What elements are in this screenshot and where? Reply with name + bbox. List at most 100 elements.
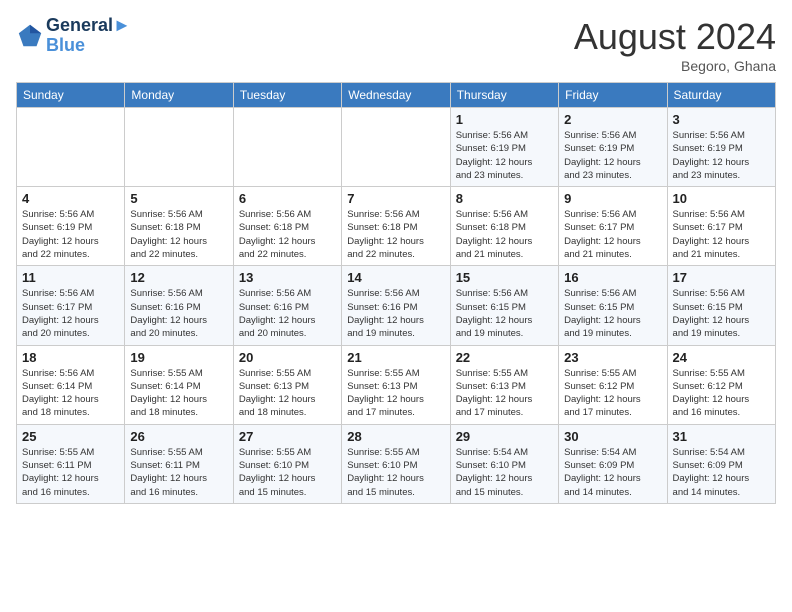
calendar-cell <box>342 108 450 187</box>
day-number: 13 <box>239 270 336 285</box>
calendar-cell: 8 Sunrise: 5:56 AM Sunset: 6:18 PM Daylig… <box>450 187 558 266</box>
day-info: Sunrise: 5:56 AM Sunset: 6:17 PM Dayligh… <box>22 287 119 340</box>
day-info: Sunrise: 5:55 AM Sunset: 6:12 PM Dayligh… <box>673 367 770 420</box>
logo-icon <box>16 22 44 50</box>
calendar-cell <box>125 108 233 187</box>
calendar-cell: 17 Sunrise: 5:56 AM Sunset: 6:15 PM Dayli… <box>667 266 775 345</box>
calendar-cell: 19 Sunrise: 5:55 AM Sunset: 6:14 PM Dayli… <box>125 345 233 424</box>
calendar-cell: 28 Sunrise: 5:55 AM Sunset: 6:10 PM Dayli… <box>342 424 450 503</box>
calendar-cell: 1Sunrise: 5:56 AM Sunset: 6:19 PM Daylig… <box>450 108 558 187</box>
day-info: Sunrise: 5:56 AM Sunset: 6:15 PM Dayligh… <box>564 287 661 340</box>
calendar-cell: 6Sunrise: 5:56 AM Sunset: 6:18 PM Daylig… <box>233 187 341 266</box>
day-info: Sunrise: 5:55 AM Sunset: 6:10 PM Dayligh… <box>347 446 444 499</box>
calendar-header-monday: Monday <box>125 83 233 108</box>
day-info: Sunrise: 5:56 AM Sunset: 6:14 PM Dayligh… <box>22 367 119 420</box>
day-number: 21 <box>347 350 444 365</box>
calendar-cell: 13 Sunrise: 5:56 AM Sunset: 6:16 PM Dayli… <box>233 266 341 345</box>
calendar-cell: 23 Sunrise: 5:55 AM Sunset: 6:12 PM Dayli… <box>559 345 667 424</box>
calendar-header-row: SundayMondayTuesdayWednesdayThursdayFrid… <box>17 83 776 108</box>
day-number: 28 <box>347 429 444 444</box>
day-info: Sunrise: 5:56 AM Sunset: 6:19 PM Dayligh… <box>673 129 770 182</box>
calendar-cell: 7Sunrise: 5:56 AM Sunset: 6:18 PM Daylig… <box>342 187 450 266</box>
calendar-cell: 5 Sunrise: 5:56 AM Sunset: 6:18 PM Daylig… <box>125 187 233 266</box>
calendar-cell: 26 Sunrise: 5:55 AM Sunset: 6:11 PM Dayli… <box>125 424 233 503</box>
day-info: Sunrise: 5:56 AM Sunset: 6:19 PM Dayligh… <box>564 129 661 182</box>
day-info: Sunrise: 5:56 AM Sunset: 6:18 PM Dayligh… <box>130 208 227 261</box>
day-number: 30 <box>564 429 661 444</box>
calendar-cell: 4Sunrise: 5:56 AM Sunset: 6:19 PM Daylig… <box>17 187 125 266</box>
calendar-table: SundayMondayTuesdayWednesdayThursdayFrid… <box>16 82 776 504</box>
day-number: 10 <box>673 191 770 206</box>
day-info: Sunrise: 5:56 AM Sunset: 6:16 PM Dayligh… <box>347 287 444 340</box>
calendar-cell: 21 Sunrise: 5:55 AM Sunset: 6:13 PM Dayli… <box>342 345 450 424</box>
calendar-cell: 9 Sunrise: 5:56 AM Sunset: 6:17 PM Daylig… <box>559 187 667 266</box>
day-number: 31 <box>673 429 770 444</box>
day-info: Sunrise: 5:55 AM Sunset: 6:11 PM Dayligh… <box>130 446 227 499</box>
day-number: 19 <box>130 350 227 365</box>
day-info: Sunrise: 5:56 AM Sunset: 6:19 PM Dayligh… <box>456 129 553 182</box>
day-number: 17 <box>673 270 770 285</box>
day-info: Sunrise: 5:54 AM Sunset: 6:09 PM Dayligh… <box>564 446 661 499</box>
day-number: 9 <box>564 191 661 206</box>
day-number: 2 <box>564 112 661 127</box>
day-number: 27 <box>239 429 336 444</box>
calendar-header-saturday: Saturday <box>667 83 775 108</box>
calendar-week-4: 25 Sunrise: 5:55 AM Sunset: 6:11 PM Dayli… <box>17 424 776 503</box>
calendar-cell: 14 Sunrise: 5:56 AM Sunset: 6:16 PM Dayli… <box>342 266 450 345</box>
day-info: Sunrise: 5:56 AM Sunset: 6:19 PM Dayligh… <box>22 208 119 261</box>
day-number: 18 <box>22 350 119 365</box>
day-info: Sunrise: 5:56 AM Sunset: 6:15 PM Dayligh… <box>673 287 770 340</box>
day-info: Sunrise: 5:56 AM Sunset: 6:18 PM Dayligh… <box>456 208 553 261</box>
day-info: Sunrise: 5:55 AM Sunset: 6:14 PM Dayligh… <box>130 367 227 420</box>
day-info: Sunrise: 5:54 AM Sunset: 6:10 PM Dayligh… <box>456 446 553 499</box>
day-number: 23 <box>564 350 661 365</box>
calendar-week-3: 18 Sunrise: 5:56 AM Sunset: 6:14 PM Dayli… <box>17 345 776 424</box>
day-number: 16 <box>564 270 661 285</box>
day-number: 6 <box>239 191 336 206</box>
calendar-header-friday: Friday <box>559 83 667 108</box>
calendar-cell: 24 Sunrise: 5:55 AM Sunset: 6:12 PM Dayli… <box>667 345 775 424</box>
calendar-cell <box>17 108 125 187</box>
day-info: Sunrise: 5:56 AM Sunset: 6:17 PM Dayligh… <box>564 208 661 261</box>
day-number: 25 <box>22 429 119 444</box>
page-header: General► Blue August 2024 Begoro, Ghana <box>16 16 776 74</box>
calendar-header-tuesday: Tuesday <box>233 83 341 108</box>
day-number: 3 <box>673 112 770 127</box>
day-info: Sunrise: 5:56 AM Sunset: 6:16 PM Dayligh… <box>239 287 336 340</box>
day-number: 5 <box>130 191 227 206</box>
day-number: 15 <box>456 270 553 285</box>
calendar-cell: 18 Sunrise: 5:56 AM Sunset: 6:14 PM Dayli… <box>17 345 125 424</box>
location: Begoro, Ghana <box>574 58 776 74</box>
calendar-cell: 3 Sunrise: 5:56 AM Sunset: 6:19 PM Daylig… <box>667 108 775 187</box>
day-number: 26 <box>130 429 227 444</box>
logo: General► Blue <box>16 16 131 56</box>
day-number: 12 <box>130 270 227 285</box>
calendar-cell: 10 Sunrise: 5:56 AM Sunset: 6:17 PM Dayli… <box>667 187 775 266</box>
day-number: 24 <box>673 350 770 365</box>
calendar-header-sunday: Sunday <box>17 83 125 108</box>
day-info: Sunrise: 5:56 AM Sunset: 6:17 PM Dayligh… <box>673 208 770 261</box>
calendar-header-thursday: Thursday <box>450 83 558 108</box>
day-number: 8 <box>456 191 553 206</box>
day-info: Sunrise: 5:55 AM Sunset: 6:13 PM Dayligh… <box>347 367 444 420</box>
day-number: 29 <box>456 429 553 444</box>
calendar-cell: 12Sunrise: 5:56 AM Sunset: 6:16 PM Dayli… <box>125 266 233 345</box>
calendar-cell: 29 Sunrise: 5:54 AM Sunset: 6:10 PM Dayli… <box>450 424 558 503</box>
day-info: Sunrise: 5:55 AM Sunset: 6:11 PM Dayligh… <box>22 446 119 499</box>
calendar-week-2: 11Sunrise: 5:56 AM Sunset: 6:17 PM Dayli… <box>17 266 776 345</box>
calendar-cell: 15 Sunrise: 5:56 AM Sunset: 6:15 PM Dayli… <box>450 266 558 345</box>
month-year: August 2024 <box>574 16 776 58</box>
day-info: Sunrise: 5:54 AM Sunset: 6:09 PM Dayligh… <box>673 446 770 499</box>
logo-text: General► Blue <box>46 16 131 56</box>
calendar-cell: 20Sunrise: 5:55 AM Sunset: 6:13 PM Dayli… <box>233 345 341 424</box>
calendar-cell: 27Sunrise: 5:55 AM Sunset: 6:10 PM Dayli… <box>233 424 341 503</box>
day-number: 22 <box>456 350 553 365</box>
day-info: Sunrise: 5:56 AM Sunset: 6:15 PM Dayligh… <box>456 287 553 340</box>
day-number: 14 <box>347 270 444 285</box>
calendar-body: 1Sunrise: 5:56 AM Sunset: 6:19 PM Daylig… <box>17 108 776 504</box>
calendar-cell: 30 Sunrise: 5:54 AM Sunset: 6:09 PM Dayli… <box>559 424 667 503</box>
title-block: August 2024 Begoro, Ghana <box>574 16 776 74</box>
day-info: Sunrise: 5:55 AM Sunset: 6:12 PM Dayligh… <box>564 367 661 420</box>
calendar-header-wednesday: Wednesday <box>342 83 450 108</box>
day-info: Sunrise: 5:55 AM Sunset: 6:13 PM Dayligh… <box>456 367 553 420</box>
